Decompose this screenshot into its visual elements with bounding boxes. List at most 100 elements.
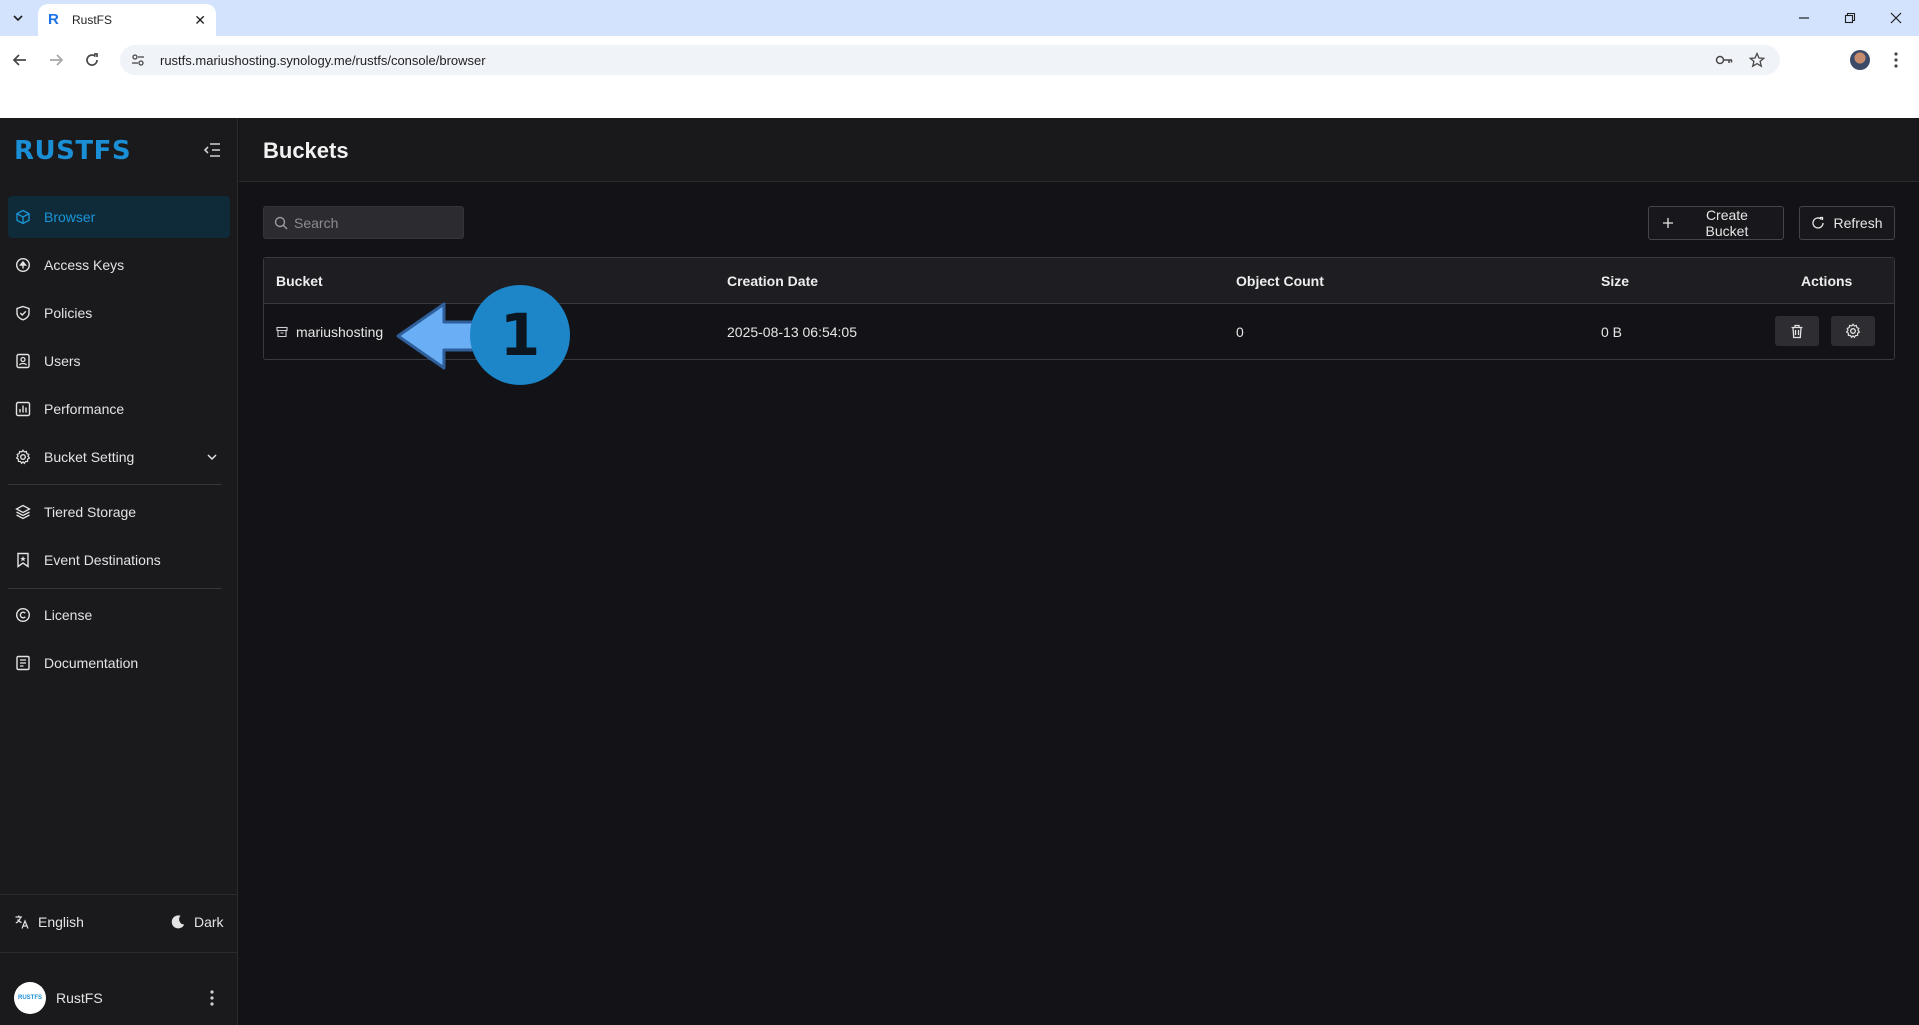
forward-button[interactable]: [44, 48, 68, 72]
page-header: Buckets: [239, 118, 1919, 182]
page-title: Buckets: [263, 138, 349, 163]
delete-bucket-button[interactable]: [1775, 316, 1819, 346]
bucket-name-link[interactable]: mariushosting: [276, 324, 383, 340]
sidebar-item-license[interactable]: License: [8, 594, 230, 636]
archive-box-icon: [276, 326, 288, 338]
theme-label: Dark: [194, 914, 224, 930]
search-input[interactable]: [294, 214, 454, 231]
sidebar-footer-divider: [0, 952, 238, 953]
size-cell: 0 B: [1601, 324, 1623, 340]
sidebar-item-label: Tiered Storage: [44, 504, 137, 520]
bucket-settings-button[interactable]: [1831, 316, 1875, 346]
browser-tab[interactable]: R RustFS ✕: [38, 4, 216, 36]
minimize-icon: [1799, 17, 1809, 19]
sidebar-item-bucket-setting[interactable]: Bucket Setting: [8, 436, 230, 478]
sidebar-item-event-destinations[interactable]: Event Destinations: [8, 539, 230, 581]
sidebar-item-label: License: [44, 607, 93, 623]
rustfs-favicon-icon: R: [48, 11, 59, 28]
cube-icon: [14, 208, 32, 226]
reload-button[interactable]: [80, 48, 104, 72]
layers-icon: [14, 503, 32, 521]
creation-date-cell: 2025-08-13 06:54:05: [727, 324, 857, 340]
sidebar-item-documentation[interactable]: Documentation: [8, 642, 230, 684]
browser-menu-button[interactable]: [1888, 48, 1904, 72]
user-name: RustFS: [56, 990, 103, 1006]
chevron-down-icon: [13, 15, 23, 22]
sidebar-divider: [8, 484, 222, 485]
bar-chart-icon: [14, 400, 32, 418]
sidebar: RUSTFS Browser Access Keys Policies User…: [0, 118, 238, 1025]
sidebar-item-label: Browser: [44, 209, 96, 225]
create-bucket-label: Create Bucket: [1705, 207, 1749, 239]
sidebar-item-browser[interactable]: Browser: [8, 196, 230, 238]
sidebar-item-performance[interactable]: Performance: [8, 388, 230, 430]
shield-check-icon: [14, 304, 32, 322]
arrow-left-icon: [12, 54, 26, 66]
restore-window-button[interactable]: [1832, 6, 1868, 30]
collapse-sidebar-button[interactable]: [202, 140, 222, 160]
tab-search-button[interactable]: [6, 7, 30, 29]
translate-icon: [15, 915, 29, 929]
sidebar-footer-divider: [0, 894, 238, 895]
sidebar-item-policies[interactable]: Policies: [8, 292, 230, 334]
browser-tabstrip: R RustFS ✕: [0, 0, 1919, 36]
moon-icon: [171, 915, 185, 929]
create-bucket-button[interactable]: Create Bucket: [1648, 206, 1784, 240]
profile-avatar[interactable]: [1850, 50, 1870, 70]
language-selector[interactable]: English: [14, 914, 84, 930]
gear-icon: [14, 448, 32, 466]
avatar: RUSTFS: [14, 982, 46, 1014]
sidebar-item-label: Users: [44, 353, 81, 369]
user-menu-button[interactable]: [204, 986, 220, 1010]
sidebar-item-tiered-storage[interactable]: Tiered Storage: [8, 491, 230, 533]
trash-icon: [1791, 324, 1803, 338]
more-vertical-icon: [1894, 52, 1898, 68]
close-icon: [1890, 12, 1902, 24]
sidebar-item-label: Access Keys: [44, 257, 125, 273]
sidebar-item-label: Policies: [44, 305, 93, 321]
object-count-cell: 0: [1236, 324, 1244, 340]
column-header-actions: Actions: [1801, 273, 1853, 289]
plus-icon: [1661, 216, 1675, 230]
document-icon: [14, 654, 32, 672]
theme-toggle[interactable]: Dark: [170, 914, 224, 930]
refresh-icon: [1811, 216, 1825, 230]
column-header-object-count: Object Count: [1236, 273, 1324, 289]
close-window-button[interactable]: [1878, 6, 1914, 30]
bucket-name: mariushosting: [296, 324, 384, 340]
sidebar-item-users[interactable]: Users: [8, 340, 230, 382]
sidebar-item-label: Bucket Setting: [44, 449, 135, 465]
url-text: rustfs.mariushosting.synology.me/rustfs/…: [160, 52, 486, 68]
bookmark-star-button-icon[interactable]: [1747, 50, 1767, 70]
sidebar-item-label: Performance: [44, 401, 125, 417]
arrow-right-icon: [50, 54, 64, 66]
user-badge-icon: [14, 352, 32, 370]
collapse-menu-icon: [203, 143, 220, 157]
key-circle-icon: [14, 256, 32, 274]
search-box[interactable]: [263, 206, 464, 239]
password-key-icon[interactable]: [1714, 50, 1734, 70]
bookmark-star-icon: [14, 551, 32, 569]
back-button[interactable]: [8, 48, 32, 72]
reload-icon: [86, 53, 98, 66]
rustfs-logo: RUSTFS: [14, 136, 132, 166]
gear-icon: [1845, 323, 1861, 339]
copyright-icon: [14, 606, 32, 624]
restore-icon: [1844, 12, 1856, 24]
refresh-label: Refresh: [1833, 215, 1883, 231]
site-info-icon[interactable]: [130, 52, 146, 68]
annotation-step-badge: 1: [470, 285, 570, 385]
sidebar-divider: [8, 588, 222, 589]
tab-title: RustFS: [72, 13, 113, 27]
tab-close-icon[interactable]: ✕: [194, 12, 206, 29]
search-icon: [274, 216, 288, 230]
user-profile[interactable]: RUSTFS RustFS: [14, 982, 103, 1014]
refresh-button[interactable]: Refresh: [1799, 206, 1895, 240]
minimize-window-button[interactable]: [1786, 6, 1822, 30]
sidebar-item-label: Event Destinations: [44, 552, 161, 568]
sidebar-item-access-keys[interactable]: Access Keys: [8, 244, 230, 286]
sidebar-item-label: Documentation: [44, 655, 139, 671]
address-bar[interactable]: rustfs.mariushosting.synology.me/rustfs/…: [120, 45, 1780, 75]
column-header-creation-date: Creation Date: [727, 273, 819, 289]
chevron-down-icon[interactable]: [204, 449, 220, 465]
